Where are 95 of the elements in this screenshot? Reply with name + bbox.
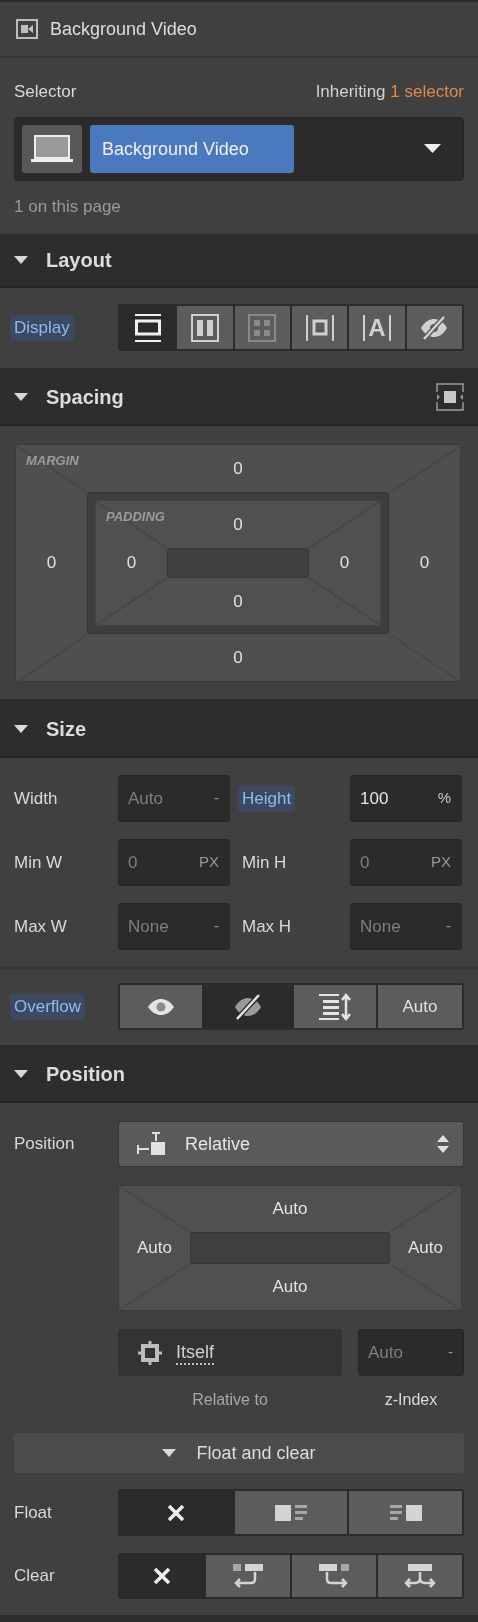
clear-right-icon xyxy=(319,1564,349,1588)
usage-note: 1 on this page xyxy=(14,196,122,218)
unit-label: - xyxy=(448,1342,453,1363)
margin-value[interactable]: 0 xyxy=(46,552,57,574)
overflow-option[interactable]: Auto xyxy=(378,985,462,1028)
size-label: Height xyxy=(238,785,296,812)
size-input[interactable]: 100 xyxy=(360,785,438,812)
selector-chip[interactable]: Background Video xyxy=(90,125,294,173)
size-input[interactable]: Auto xyxy=(128,785,214,812)
columns-icon xyxy=(191,313,219,342)
eye-off-icon xyxy=(420,314,449,341)
display-label: Display xyxy=(10,314,74,341)
target-icon xyxy=(138,1340,162,1365)
size-label: Max W xyxy=(14,915,68,938)
margin-value[interactable]: 0 xyxy=(419,552,430,574)
element-title: Background Video xyxy=(50,17,197,41)
float-label: Float xyxy=(14,1501,53,1524)
offset-value[interactable]: Auto xyxy=(272,1198,308,1220)
clear-label: Clear xyxy=(14,1565,56,1588)
margin-value[interactable]: 0 xyxy=(233,457,243,480)
float-option[interactable] xyxy=(349,1491,462,1534)
padding-value[interactable]: 0 xyxy=(126,552,137,574)
dropdown-icon[interactable] xyxy=(424,144,441,154)
position-select[interactable]: Relative xyxy=(118,1121,464,1167)
section-header[interactable]: Position xyxy=(0,1047,478,1103)
section-title: Layout xyxy=(46,248,112,273)
size-input[interactable]: 0 xyxy=(360,849,431,876)
unit-label: PX xyxy=(199,852,219,873)
float-left-icon xyxy=(275,1504,307,1521)
offset-value[interactable]: Auto xyxy=(137,1237,172,1259)
z-index-input[interactable]: Auto xyxy=(368,1339,448,1366)
block-icon xyxy=(134,313,161,342)
padding-value[interactable]: 0 xyxy=(339,552,350,574)
device-button[interactable] xyxy=(22,125,82,173)
unit-label: - xyxy=(214,916,219,937)
z-index-caption: z-Index xyxy=(384,1390,438,1410)
unit-label: - xyxy=(214,788,219,809)
clear-left-icon xyxy=(233,1564,263,1588)
size-field[interactable]: 0 PX xyxy=(118,839,230,886)
size-input[interactable]: None xyxy=(128,913,214,940)
overflow-label: Overflow xyxy=(10,993,86,1020)
position-label: Position xyxy=(14,1133,76,1156)
section-title: Position xyxy=(46,1062,125,1087)
size-field[interactable]: None - xyxy=(350,903,462,950)
scroll-icon xyxy=(319,992,351,1021)
eye-off-icon xyxy=(234,993,262,1020)
size-field[interactable]: Auto - xyxy=(118,775,230,822)
float-option[interactable] xyxy=(234,1491,348,1534)
float-clear-toggle[interactable]: Float and clear xyxy=(14,1433,464,1473)
section-title: Spacing xyxy=(46,385,124,410)
size-field[interactable]: None - xyxy=(118,903,230,950)
padding-value[interactable]: 0 xyxy=(233,513,243,536)
selector-field[interactable]: Background Video xyxy=(14,117,464,181)
size-label: Width xyxy=(14,787,59,810)
selector-label: Selector xyxy=(14,81,77,104)
updown-icon xyxy=(437,1135,449,1153)
offset-value[interactable]: Auto xyxy=(272,1276,308,1298)
offset-value[interactable]: Auto xyxy=(408,1237,443,1259)
grid-icon xyxy=(248,313,277,342)
margin-value[interactable]: 0 xyxy=(233,646,243,669)
overflow-option[interactable] xyxy=(294,985,376,1028)
close-icon xyxy=(166,1502,187,1523)
size-input[interactable]: None xyxy=(360,913,446,940)
size-field[interactable]: 0 PX xyxy=(350,839,462,886)
size-label: Min H xyxy=(242,851,288,874)
overflow-option[interactable] xyxy=(120,985,202,1028)
float-right-icon xyxy=(389,1504,422,1521)
unit-label: PX xyxy=(431,852,451,873)
close-icon xyxy=(152,1566,172,1586)
spacing-icon xyxy=(436,383,464,411)
z-index-field[interactable]: Auto - xyxy=(358,1329,464,1376)
size-label: Max H xyxy=(242,915,293,938)
inheriting-text: Inheriting 1 selector xyxy=(315,81,464,104)
margin-label: MARGIN xyxy=(26,452,79,470)
section-title: Size xyxy=(46,716,87,742)
unit-label: - xyxy=(446,916,451,937)
padding-value[interactable]: 0 xyxy=(233,590,243,613)
inherit-link[interactable]: 1 selector xyxy=(390,82,464,102)
size-label: Min W xyxy=(14,851,64,874)
size-field[interactable]: 100 % xyxy=(350,775,462,822)
size-input[interactable]: 0 xyxy=(128,849,199,876)
section-header[interactable]: Spacing xyxy=(0,370,478,426)
section-header[interactable]: Size xyxy=(0,701,478,758)
inline-block-icon xyxy=(305,314,334,341)
relative-position-icon xyxy=(137,1132,167,1156)
section-header[interactable]: Layout xyxy=(0,234,478,288)
relative-to-caption: Relative to xyxy=(192,1390,268,1410)
clear-both-icon xyxy=(404,1564,436,1588)
display-option[interactable]: A xyxy=(349,306,405,349)
padding-label: PADDING xyxy=(106,508,165,526)
unit-label: % xyxy=(437,788,451,809)
video-icon xyxy=(16,19,38,39)
relative-to-button[interactable]: Itself xyxy=(118,1329,342,1376)
eye-icon xyxy=(147,997,175,1016)
laptop-icon xyxy=(31,135,73,163)
